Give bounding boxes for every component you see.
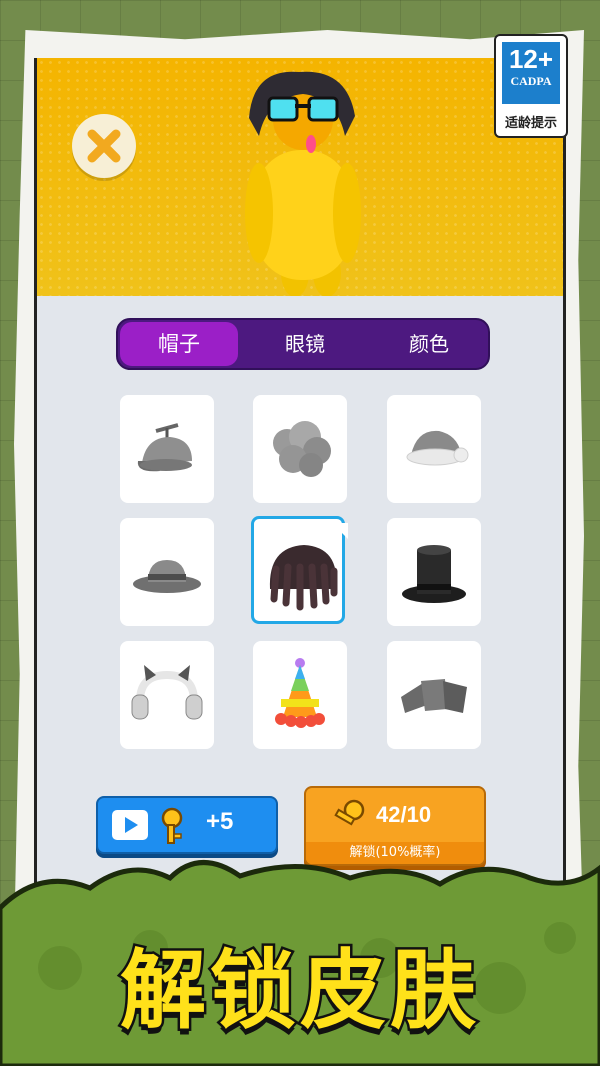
item-top-hat[interactable]	[387, 518, 481, 626]
party-hat-icon	[275, 658, 325, 728]
propeller-cap-icon	[137, 423, 192, 472]
item-cardboard[interactable]	[387, 641, 481, 749]
curly-wig-icon	[273, 421, 331, 477]
unlock-skins-banner: 解锁皮肤	[118, 939, 480, 1044]
fedora-icon	[133, 560, 201, 593]
item-dreadlocks[interactable]	[251, 516, 348, 624]
key-icon	[161, 807, 183, 844]
video-icon	[112, 807, 183, 844]
item-cat-ear-headphones[interactable]	[120, 641, 214, 749]
item-fedora[interactable]	[120, 518, 214, 626]
tab-glasses[interactable]: 眼镜	[246, 320, 364, 368]
item-propeller-cap[interactable]	[120, 395, 214, 503]
close-button[interactable]	[72, 114, 136, 178]
cat-ear-headphones-icon	[131, 665, 203, 720]
rating-org: CADPA	[510, 74, 552, 88]
cardboard-icon	[401, 679, 467, 713]
item-santa-hat[interactable]	[387, 395, 481, 503]
video-reward-count: +5	[206, 808, 234, 835]
watch-video-button[interactable]: +5	[96, 796, 278, 854]
close-icon	[87, 129, 121, 163]
dreadlocks-icon	[269, 523, 348, 611]
item-party-hat[interactable]	[253, 641, 347, 749]
age-rating-badge: 12+ CADPA 适龄提示	[494, 34, 568, 138]
key-count: 42/10	[376, 802, 432, 827]
item-curly-wig[interactable]	[253, 395, 347, 503]
rating-age: 12+	[508, 44, 554, 74]
top-hat-icon	[402, 545, 466, 603]
tab-colors[interactable]: 颜色	[370, 320, 488, 368]
key-icon	[334, 799, 365, 826]
rating-hint: 适龄提示	[504, 116, 557, 131]
category-tabs: 帽子 眼镜 颜色	[116, 318, 490, 370]
santa-hat-icon	[406, 430, 469, 466]
tab-hats[interactable]: 帽子	[120, 322, 238, 366]
